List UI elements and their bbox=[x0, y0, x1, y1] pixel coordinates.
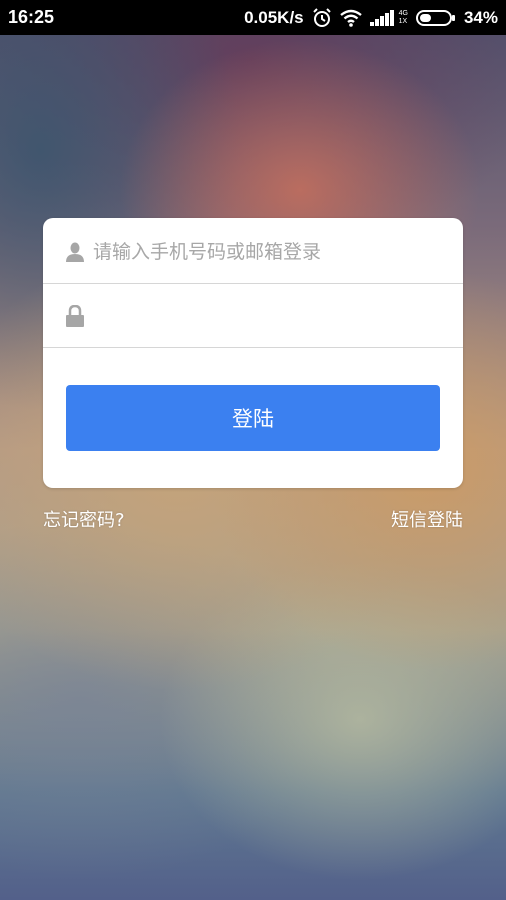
battery-icon bbox=[415, 9, 456, 26]
battery-level: 34% bbox=[463, 7, 498, 27]
wifi-icon bbox=[339, 9, 362, 27]
sms-login-link[interactable]: 短信登陆 bbox=[391, 506, 463, 532]
alarm-icon bbox=[312, 7, 332, 28]
status-indicators: 0.05K/s 4G 1X 34% bbox=[244, 8, 498, 28]
login-card: 登陆 bbox=[43, 218, 463, 488]
login-button[interactable]: 登陆 bbox=[66, 385, 440, 451]
network-type: 4G 1X bbox=[398, 9, 408, 25]
status-time: 16:25 bbox=[8, 7, 55, 27]
forgot-password-link[interactable]: 忘记密码? bbox=[43, 506, 125, 532]
lock-icon bbox=[65, 304, 85, 327]
password-input[interactable] bbox=[93, 295, 433, 336]
signal-icon bbox=[369, 9, 396, 26]
net-speed: 0.05K/s bbox=[244, 7, 304, 27]
username-input[interactable] bbox=[93, 231, 433, 272]
username-row bbox=[43, 220, 463, 284]
password-row bbox=[43, 284, 463, 348]
user-icon bbox=[65, 241, 85, 263]
status-bar: 16:25 0.05K/s 4G 1X 34% bbox=[0, 0, 506, 35]
